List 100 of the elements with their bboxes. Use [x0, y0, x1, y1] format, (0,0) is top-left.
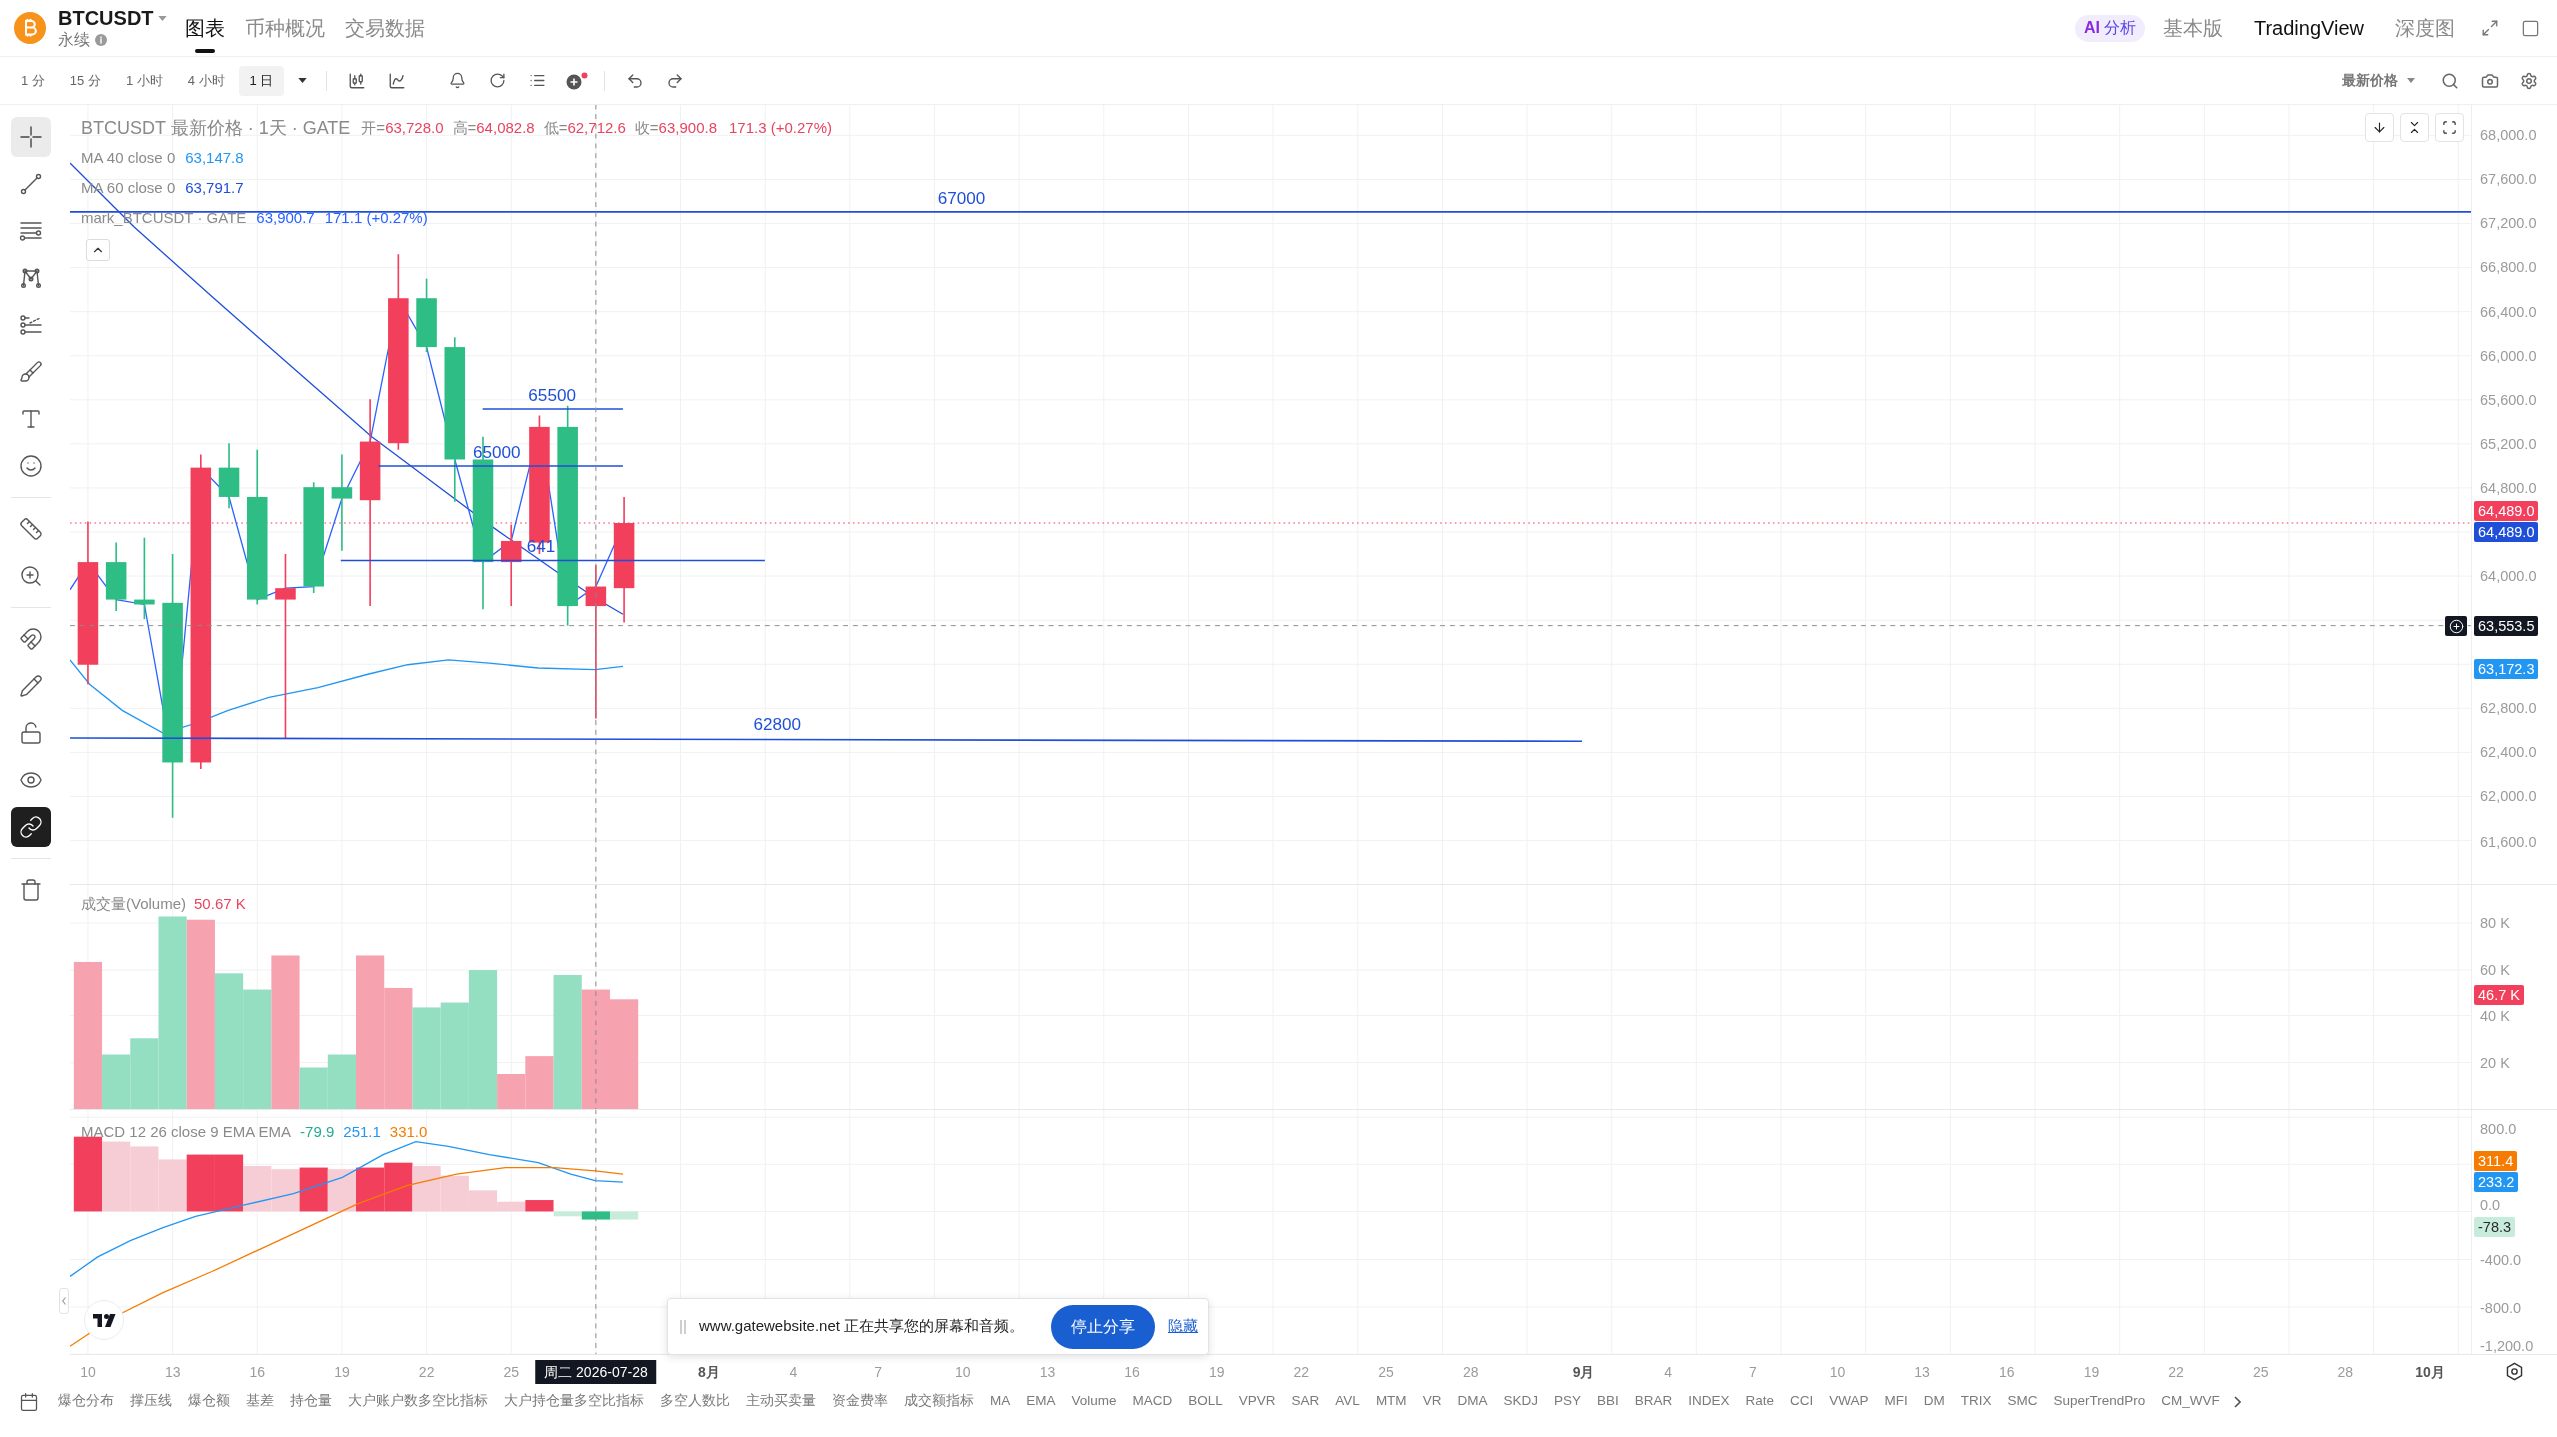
indicator-shortcut[interactable]: CM_WVF: [2161, 1391, 2220, 1412]
frame-icon: [2442, 120, 2457, 135]
screenshot-button[interactable]: [2481, 71, 2499, 90]
axis-settings-button[interactable]: [2504, 1362, 2524, 1381]
indicator-shortcut[interactable]: 爆仓分布: [58, 1391, 114, 1412]
ohlc-value: 63,900.8: [658, 117, 717, 138]
hide-link[interactable]: 隐藏: [1168, 1315, 1198, 1338]
indicator-shortcut[interactable]: 大户账户数多空比指标: [348, 1391, 488, 1412]
indicator-shortcut[interactable]: CCI: [1790, 1391, 1814, 1412]
window-button[interactable]: [2521, 18, 2540, 38]
list-icon: [528, 72, 546, 89]
crosshair-icon: [19, 125, 43, 149]
view-mode-tab[interactable]: 深度图: [2395, 13, 2455, 43]
time-label: 10: [80, 1362, 96, 1381]
axis-label: 61,600.0: [2480, 833, 2537, 850]
interval-button[interactable]: 1 分: [10, 65, 56, 96]
indicator-shortcut[interactable]: BOLL: [1188, 1391, 1223, 1412]
ohlc-label: 收=: [634, 117, 659, 138]
axis-label: 62,400.0: [2480, 743, 2537, 760]
time-label: 7: [1748, 1362, 1757, 1381]
indicator-shortcut[interactable]: 大户持仓量多空比指标: [504, 1391, 644, 1412]
scroll-to-latest-button[interactable]: [2365, 113, 2394, 142]
indicator-shortcut[interactable]: 资金费率: [832, 1391, 888, 1412]
interval-button[interactable]: 1 日: [238, 65, 285, 96]
settings-button[interactable]: [2520, 71, 2538, 90]
brush-icon: [19, 360, 43, 384]
view-mode-tab[interactable]: 基本版: [2162, 13, 2223, 43]
indicator-shortcut[interactable]: BBI: [1596, 1391, 1619, 1412]
indicator-shortcut[interactable]: MACD: [1132, 1391, 1173, 1412]
settings-icon: [2520, 71, 2538, 90]
expand-button[interactable]: [2481, 19, 2499, 37]
indicator-shortcut[interactable]: 多空人数比: [660, 1391, 730, 1412]
fit-button[interactable]: [2435, 113, 2464, 142]
collapse-button[interactable]: [2400, 113, 2429, 142]
price-source-dropdown[interactable]: 最新价格: [2342, 70, 2415, 91]
indicator-shortcut[interactable]: 爆仓额: [188, 1391, 230, 1412]
indicator-shortcut[interactable]: DM: [1923, 1391, 1945, 1412]
toolbar-tool[interactable]: [11, 807, 51, 847]
interval-button[interactable]: 4 小时: [176, 65, 236, 96]
indicator-shortcut[interactable]: EMA: [1026, 1391, 1056, 1412]
ohlc-label: 低=: [543, 117, 568, 138]
indicator-shortcut[interactable]: SKDJ: [1503, 1391, 1538, 1412]
series-value: 63,900.7: [256, 207, 315, 228]
plus-circle-icon: [2448, 618, 2464, 634]
histogram-bar: [130, 1146, 159, 1212]
volume-value: 50.67 K: [194, 893, 246, 914]
zoom-in-icon: [19, 564, 43, 588]
add-alert-button[interactable]: [2445, 616, 2467, 637]
search-button[interactable]: [2441, 71, 2459, 90]
indicator-shortcut[interactable]: VR: [1422, 1391, 1442, 1412]
interval-button[interactable]: 1 小时: [114, 65, 174, 96]
indicator-shortcut[interactable]: MTM: [1375, 1391, 1407, 1412]
indicator-shortcut[interactable]: MA: [990, 1391, 1011, 1412]
tab[interactable]: 图表: [184, 0, 225, 56]
price-marker: 311.4: [2474, 1151, 2518, 1172]
time-label: 10: [1829, 1362, 1846, 1381]
legend-title: BTCUSDT 最新价格 · 1天 · GATE: [81, 116, 351, 140]
collapse-legend-button[interactable]: [86, 239, 110, 261]
pane-title: 成交量(Volume): [81, 893, 187, 914]
indicator-shortcut[interactable]: 主动买卖量: [746, 1391, 816, 1412]
indicator-shortcut[interactable]: DMA: [1457, 1391, 1488, 1412]
symbol-selector[interactable]: BTCUSDT: [58, 6, 167, 30]
indicator-shortcut[interactable]: 撑压线: [130, 1391, 172, 1412]
candle: [105, 541, 127, 612]
interval-button[interactable]: 15 分: [58, 65, 112, 96]
tab[interactable]: 币种概况: [244, 0, 325, 56]
indicator-shortcut[interactable]: Rate: [1745, 1391, 1774, 1412]
view-mode-tab[interactable]: TradingView: [2253, 13, 2364, 43]
indicator-shortcut[interactable]: MFI: [1884, 1391, 1908, 1412]
time-label: 22: [1293, 1362, 1310, 1381]
indicator-shortcut[interactable]: BRAR: [1634, 1391, 1673, 1412]
calendar-button[interactable]: [19, 1391, 39, 1412]
time-label: 28: [1462, 1362, 1479, 1381]
indicator-shortcut[interactable]: SuperTrendPro: [2053, 1391, 2146, 1412]
indicator-shortcut[interactable]: Volume: [1071, 1391, 1117, 1412]
histogram-bar: [243, 1165, 272, 1212]
time-label: 13: [1039, 1362, 1056, 1381]
indicator-shortcut[interactable]: SAR: [1291, 1391, 1320, 1412]
histogram-bar: [384, 1162, 413, 1212]
indicator-shortcut[interactable]: 持仓量: [290, 1391, 332, 1412]
indicator-shortcut[interactable]: VWAP: [1829, 1391, 1869, 1412]
panel-handle[interactable]: [59, 1288, 69, 1314]
ai-analysis-button[interactable]: AI 分析: [2074, 14, 2145, 42]
indicator-shortcut[interactable]: TRIX: [1960, 1391, 1992, 1412]
indicator-shortcut[interactable]: 基差: [246, 1391, 274, 1412]
pencil-icon: [19, 674, 43, 698]
time-label: 13: [164, 1362, 181, 1381]
indicator-shortcut[interactable]: 成交额指标: [904, 1391, 974, 1412]
indicator-shortcut[interactable]: VPVR: [1238, 1391, 1276, 1412]
indicator-shortcut[interactable]: INDEX: [1688, 1391, 1730, 1412]
axis-label: -800.0: [2480, 1299, 2522, 1316]
indicator-shortcut[interactable]: AVL: [1335, 1391, 1360, 1412]
stop-sharing-button[interactable]: 停止分享: [1051, 1304, 1155, 1349]
undo-icon: [626, 71, 645, 90]
price-marker: 64,489.0: [2474, 500, 2539, 521]
scroll-right-button[interactable]: [2233, 1395, 2241, 1408]
indicator-shortcut[interactable]: PSY: [1553, 1391, 1581, 1412]
indicator-shortcut[interactable]: SMC: [2007, 1391, 2038, 1412]
time-label: 9月: [1572, 1362, 1595, 1381]
tab[interactable]: 交易数据: [344, 0, 425, 56]
